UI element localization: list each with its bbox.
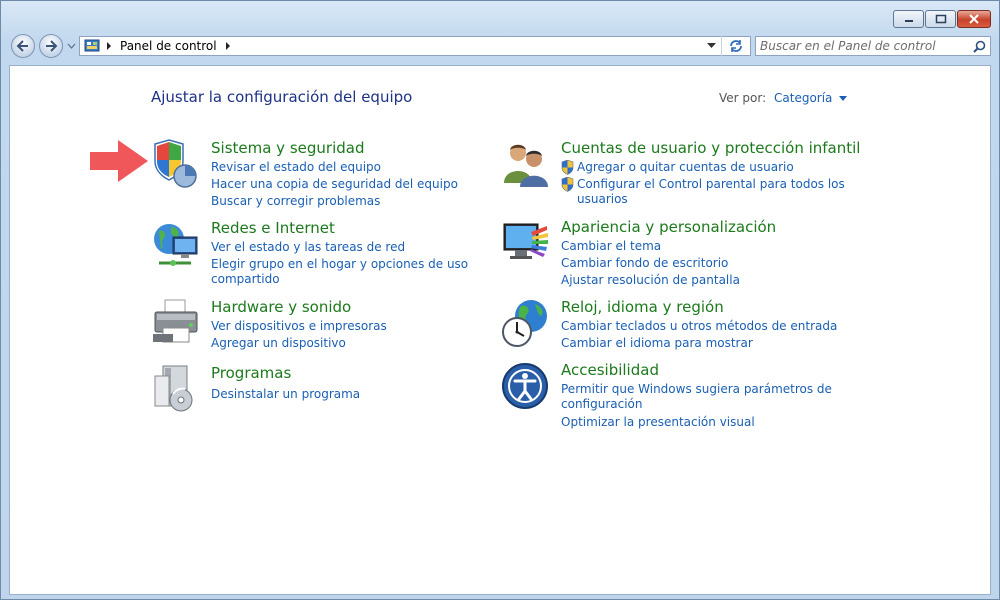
control-panel-icon <box>84 39 100 52</box>
refresh-button[interactable] <box>721 36 750 56</box>
close-button[interactable] <box>957 10 991 28</box>
link-parental-controls[interactable]: Configurar el Control parental para todo… <box>561 177 845 192</box>
page-title: Ajustar la configuración del equipo <box>151 88 413 106</box>
search-placeholder: Buscar en el Panel de control <box>760 39 936 53</box>
category-appearance: Apariencia y personalización Cambiar el … <box>501 218 861 288</box>
category-user-accounts: Cuentas de usuario y protección infantil… <box>501 139 861 209</box>
link-add-remove-accounts[interactable]: Agregar o quitar cuentas de usuario <box>561 160 794 175</box>
link-parental-controls-text: Configurar el Control parental para todo… <box>577 177 845 191</box>
recent-pages-dropdown-icon[interactable] <box>67 43 76 49</box>
address-row: Panel de control Buscar en el Panel de c… <box>9 33 993 59</box>
breadcrumb-separator-icon[interactable] <box>106 42 112 50</box>
category-title-clock-language-region[interactable]: Reloj, idioma y región <box>561 298 724 316</box>
address-dropdown-icon[interactable] <box>707 43 716 49</box>
category-programs: Programas Desinstalar un programa <box>151 364 481 414</box>
clock-globe-icon[interactable] <box>501 298 551 348</box>
link-uninstall-program[interactable]: Desinstalar un programa <box>211 387 360 402</box>
link-change-desktop-background[interactable]: Cambiar fondo de escritorio <box>561 256 728 271</box>
address-bar[interactable]: Panel de control <box>79 36 751 56</box>
highlight-arrow-icon <box>90 140 148 182</box>
category-title-hardware-sound[interactable]: Hardware y sonido <box>211 298 351 316</box>
search-icon[interactable] <box>973 40 986 53</box>
accessibility-icon[interactable] <box>501 361 551 411</box>
category-title-accessibility[interactable]: Accesibilidad <box>561 361 659 379</box>
link-homegroup-sharing-options-cont[interactable]: compartido <box>211 272 280 287</box>
category-title-network-internet[interactable]: Redes e Internet <box>211 219 335 237</box>
category-network-internet: Redes e Internet Ver el estado y las tar… <box>151 219 481 289</box>
caption-buttons <box>893 10 991 28</box>
link-add-remove-accounts-text: Agregar o quitar cuentas de usuario <box>577 160 794 174</box>
category-hardware-sound: Hardware y sonido Ver dispositivos e imp… <box>151 298 481 358</box>
minimize-icon <box>904 20 913 22</box>
search-input[interactable]: Buscar en el Panel de control <box>755 36 991 56</box>
link-change-display-language[interactable]: Cambiar el idioma para mostrar <box>561 336 753 351</box>
view-by-value: Categoría <box>774 91 833 105</box>
category-title-system-security[interactable]: Sistema y seguridad <box>211 139 364 157</box>
programs-icon[interactable] <box>151 364 201 414</box>
forward-arrow-icon <box>46 40 58 52</box>
refresh-icon <box>730 40 742 52</box>
category-accessibility: Accesibilidad Permitir que Windows sugie… <box>501 361 861 431</box>
link-parental-controls-cont[interactable]: usuarios <box>577 192 628 207</box>
users-icon[interactable] <box>501 139 551 189</box>
uac-shield-icon <box>561 177 574 192</box>
link-adjust-resolution[interactable]: Ajustar resolución de pantalla <box>561 273 740 288</box>
breadcrumb-control-panel[interactable]: Panel de control <box>120 39 217 53</box>
category-title-appearance[interactable]: Apariencia y personalización <box>561 218 776 236</box>
link-windows-suggest-settings-cont[interactable]: configuración <box>561 397 643 412</box>
link-devices-printers[interactable]: Ver dispositivos e impresoras <box>211 319 387 334</box>
link-add-device[interactable]: Agregar un dispositivo <box>211 336 346 351</box>
link-change-theme[interactable]: Cambiar el tema <box>561 239 661 254</box>
breadcrumb-separator-icon[interactable] <box>225 42 231 50</box>
chevron-down-icon <box>839 96 848 101</box>
category-system-security: Sistema y seguridad Revisar el estado de… <box>151 139 481 209</box>
control-panel-window: Panel de control Buscar en el Panel de c… <box>0 0 1000 600</box>
category-title-programs[interactable]: Programas <box>211 364 291 382</box>
back-arrow-icon <box>16 40 28 52</box>
link-optimize-visual-display[interactable]: Optimizar la presentación visual <box>561 415 755 430</box>
close-icon <box>969 14 979 24</box>
link-change-keyboards[interactable]: Cambiar teclados u otros métodos de entr… <box>561 319 837 334</box>
content-pane: Ajustar la configuración del equipo Ver … <box>9 65 991 595</box>
view-by-dropdown[interactable]: Categoría <box>774 91 848 105</box>
link-network-status-tasks[interactable]: Ver el estado y las tareas de red <box>211 240 405 255</box>
forward-button[interactable] <box>39 34 63 58</box>
link-troubleshoot[interactable]: Buscar y corregir problemas <box>211 194 380 209</box>
link-windows-suggest-settings[interactable]: Permitir que Windows sugiera parámetros … <box>561 382 832 397</box>
uac-shield-icon <box>561 160 574 175</box>
printer-icon[interactable] <box>151 298 201 348</box>
maximize-button[interactable] <box>925 10 956 28</box>
system-security-shield-icon[interactable] <box>151 139 201 189</box>
maximize-icon <box>935 14 946 24</box>
back-button[interactable] <box>11 34 35 58</box>
network-globe-icon[interactable] <box>151 219 201 269</box>
minimize-button[interactable] <box>893 10 924 28</box>
link-backup-computer[interactable]: Hacer una copia de seguridad del equipo <box>211 177 458 192</box>
link-review-computer-status[interactable]: Revisar el estado del equipo <box>211 160 381 175</box>
appearance-monitor-icon[interactable] <box>501 218 551 268</box>
category-title-user-accounts[interactable]: Cuentas de usuario y protección infantil <box>561 139 860 157</box>
view-by-label: Ver por: <box>719 91 767 105</box>
category-clock-language-region: Reloj, idioma y región Cambiar teclados … <box>501 298 861 358</box>
link-homegroup-sharing-options[interactable]: Elegir grupo en el hogar y opciones de u… <box>211 257 468 272</box>
